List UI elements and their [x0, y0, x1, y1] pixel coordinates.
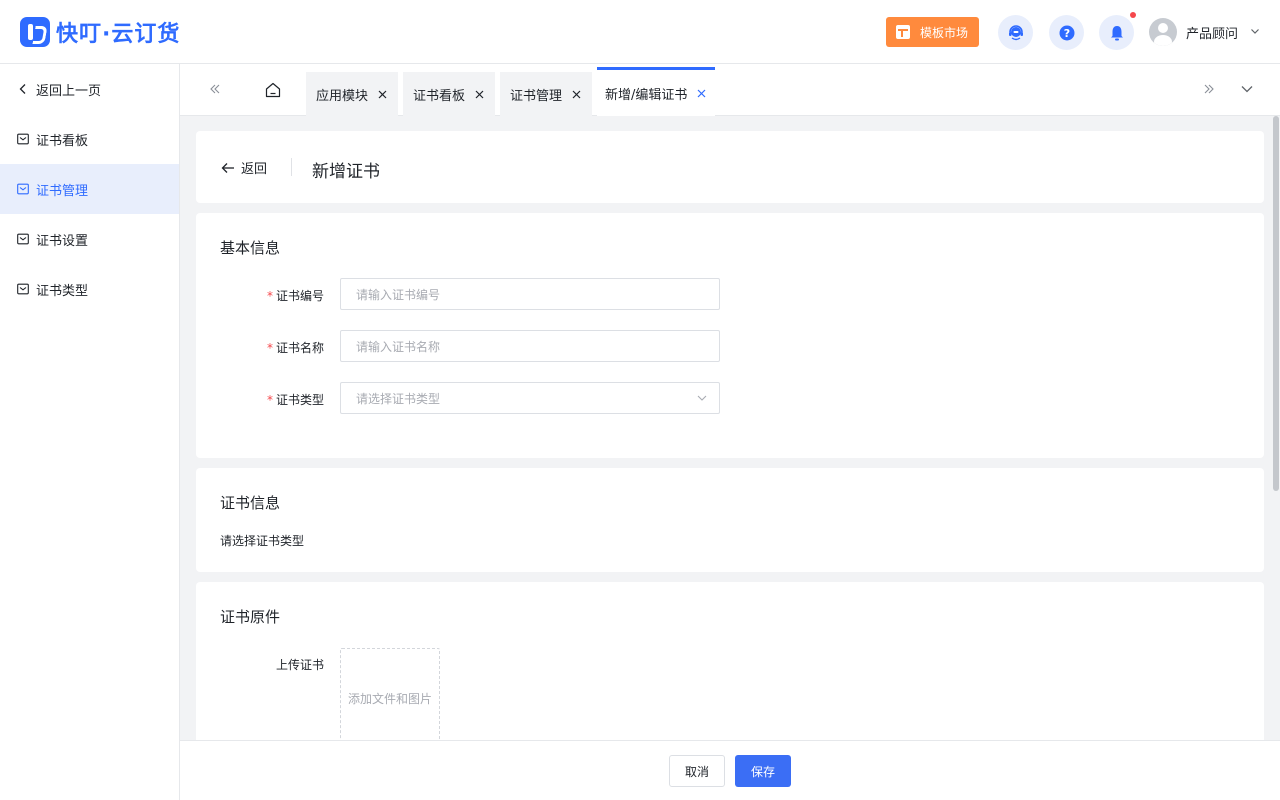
cert-name-placeholder: 请输入证书名称 — [356, 339, 441, 354]
form-label: * 证书编号 — [266, 289, 324, 303]
cert-original-card: 证书原件 上传证书 添加文件和图片 — [196, 582, 1264, 740]
footer-bar: 取消 保存 — [180, 740, 1280, 800]
mail-box-icon — [17, 283, 29, 295]
scrollbar-thumb[interactable] — [1273, 116, 1279, 491]
notification-badge — [1130, 12, 1136, 18]
tab-bar: 应用模块 证书看板 证书管理 新增/编辑证书 — [180, 64, 1280, 116]
app-logo[interactable]: 快叮·云订货 — [20, 16, 180, 48]
home-icon[interactable] — [264, 81, 282, 99]
cancel-button[interactable]: 取消 — [669, 755, 725, 787]
user-avatar[interactable] — [1149, 18, 1177, 46]
page-header-card: 返回 新增证书 — [196, 131, 1264, 203]
divider — [291, 158, 292, 176]
bell-icon — [1110, 25, 1123, 40]
user-name[interactable]: 产品顾问 — [1186, 23, 1238, 42]
tab-cert-management[interactable]: 证书管理 — [500, 72, 592, 116]
main-content: 返回 新增证书 基本信息 * 证书编号 请输入证书编号 * 证书名称 请输入证书名称… — [180, 116, 1280, 740]
help-button[interactable]: ? — [1049, 15, 1084, 50]
upload-placeholder: 添加文件和图片 — [347, 691, 432, 706]
required-mark: * — [266, 341, 273, 355]
sidebar-item-cert-types[interactable]: 证书类型 — [0, 264, 179, 314]
chevron-down-icon[interactable] — [1250, 26, 1260, 36]
page-title: 新增证书 — [312, 162, 380, 182]
back-button[interactable]: 返回 — [221, 158, 267, 177]
mail-box-icon — [17, 133, 29, 145]
required-mark: * — [266, 289, 273, 303]
back-to-previous-link[interactable]: 返回上一页 — [0, 64, 179, 114]
mail-box-icon — [17, 233, 29, 245]
template-market-label: 模板市场 — [920, 25, 969, 40]
template-market-button[interactable]: 模板市场 — [886, 17, 979, 47]
brand-name: 快叮·云订货 — [56, 21, 181, 47]
tab-label: 新增/编辑证书 — [605, 87, 688, 103]
cert-name-input[interactable]: 请输入证书名称 — [340, 330, 720, 362]
cert-info-card: 证书信息 请选择证书类型 — [196, 468, 1264, 572]
sidebar-item-cert-settings[interactable]: 证书设置 — [0, 214, 179, 264]
cert-type-placeholder: 请选择证书类型 — [356, 391, 441, 406]
customer-service-icon — [1008, 24, 1023, 40]
double-chevron-right-icon[interactable] — [1202, 82, 1216, 96]
sidebar-item-cert-management[interactable]: 证书管理 — [0, 164, 179, 214]
section-title: 证书信息 — [220, 494, 281, 512]
back-to-previous-label: 返回上一页 — [36, 83, 102, 99]
sidebar-item-cert-dashboard[interactable]: 证书看板 — [0, 114, 179, 164]
cert-number-placeholder: 请输入证书编号 — [356, 287, 441, 302]
tab-label: 证书看板 — [413, 88, 466, 104]
cert-number-input[interactable]: 请输入证书编号 — [340, 278, 720, 310]
mail-box-icon — [17, 183, 29, 195]
notification-button[interactable] — [1099, 15, 1134, 50]
tab-app-modules[interactable]: 应用模块 — [306, 72, 398, 116]
cert-type-select[interactable]: 请选择证书类型 — [340, 382, 720, 414]
section-title: 证书原件 — [220, 608, 281, 626]
close-icon[interactable] — [378, 90, 387, 99]
sidebar-item-label: 证书设置 — [36, 233, 89, 249]
svg-text:?: ? — [1063, 27, 1069, 40]
close-icon[interactable] — [572, 90, 581, 99]
basic-info-card: 基本信息 * 证书编号 请输入证书编号 * 证书名称 请输入证书名称 * 证书类型 请… — [196, 213, 1264, 458]
back-label: 返回 — [241, 162, 268, 177]
tab-label: 应用模块 — [316, 88, 369, 104]
tab-new-edit-cert[interactable]: 新增/编辑证书 — [597, 67, 715, 116]
top-header: 快叮·云订货 — [0, 0, 1280, 64]
help-icon: ? — [1059, 25, 1074, 40]
form-label: * 证书名称 — [266, 341, 324, 355]
sidebar-item-label: 证书类型 — [36, 283, 89, 299]
close-icon[interactable] — [475, 90, 484, 99]
sidebar-item-label: 证书管理 — [36, 183, 89, 199]
customer-service-button[interactable] — [998, 15, 1033, 50]
double-chevron-left-icon[interactable] — [208, 82, 222, 96]
tab-cert-dashboard[interactable]: 证书看板 — [403, 72, 495, 116]
sidebar: 返回上一页 证书看板 证书管理 证书设置 证书类型 — [0, 64, 180, 800]
section-title: 基本信息 — [220, 239, 281, 257]
chevron-left-icon — [19, 84, 26, 94]
close-icon[interactable] — [697, 89, 706, 98]
upload-label: 上传证书 — [275, 658, 324, 672]
sidebar-item-label: 证书看板 — [36, 133, 89, 149]
scrollbar[interactable] — [1272, 116, 1280, 740]
form-label: * 证书类型 — [266, 393, 324, 407]
upload-area[interactable]: 添加文件和图片 — [340, 648, 440, 740]
chevron-down-icon[interactable] — [1240, 83, 1254, 95]
arrow-left-icon — [221, 162, 234, 173]
save-button[interactable]: 保存 — [735, 755, 791, 787]
template-icon — [896, 25, 910, 39]
chevron-down-icon — [697, 395, 707, 401]
tab-label: 证书管理 — [510, 88, 563, 104]
brand-logo-icon — [20, 16, 50, 47]
cert-info-hint: 请选择证书类型 — [220, 534, 305, 548]
required-mark: * — [266, 393, 273, 407]
